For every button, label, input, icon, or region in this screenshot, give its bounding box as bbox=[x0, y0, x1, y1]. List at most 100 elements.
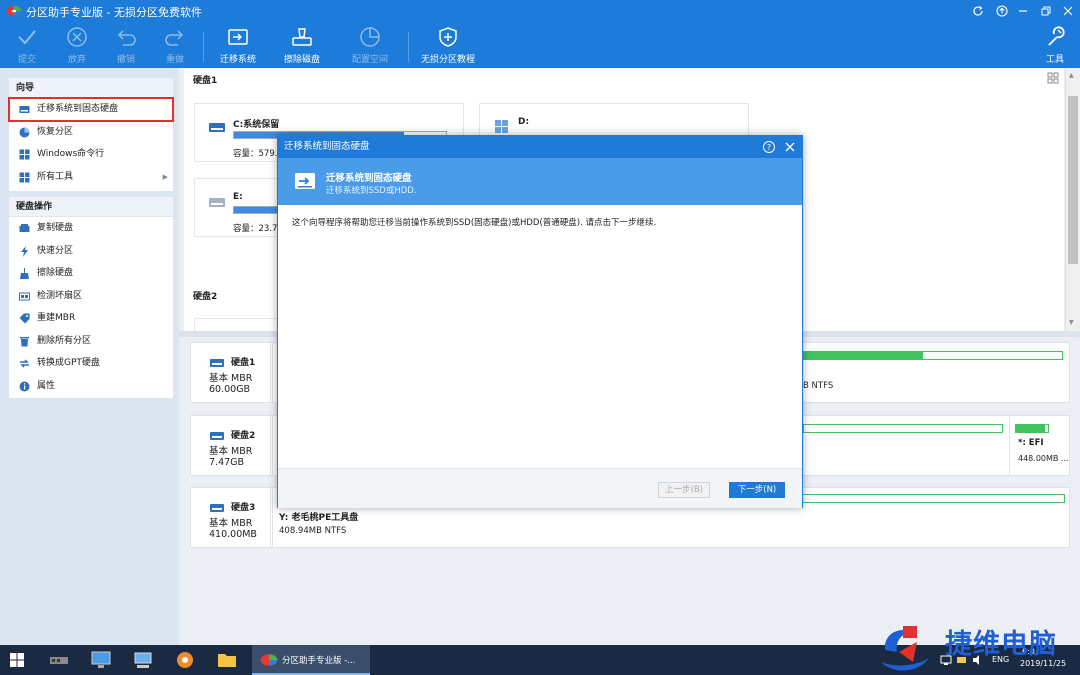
undo-icon bbox=[117, 30, 136, 46]
sidebar-item-recover-partition[interactable]: 恢复分区 bbox=[9, 121, 173, 144]
sidebar-item-label: 复制硬盘 bbox=[37, 223, 74, 233]
disk-info: 硬盘3 基本 MBR 410.00MB bbox=[191, 488, 271, 547]
usage-fill bbox=[234, 207, 278, 213]
cancel-circle-icon bbox=[67, 27, 87, 47]
discard-button[interactable]: 放弃 bbox=[50, 26, 104, 66]
computer-icon bbox=[91, 651, 111, 668]
windows-start-icon bbox=[10, 653, 24, 667]
taskbar-disk-tool[interactable] bbox=[42, 645, 76, 675]
disk-name: 硬盘1 bbox=[231, 358, 256, 368]
trash-icon bbox=[20, 336, 29, 346]
tutorial-button[interactable]: 无损分区教程 bbox=[418, 26, 478, 66]
scroll-up-icon[interactable]: ▲ bbox=[1069, 72, 1074, 79]
redo-button[interactable]: 重做 bbox=[148, 26, 202, 66]
taskbar-media[interactable] bbox=[168, 645, 202, 675]
migrate-os-icon bbox=[228, 29, 248, 45]
redo-icon bbox=[165, 30, 184, 46]
sidebar-item-label: Windows命令行 bbox=[37, 149, 105, 159]
partition-capacity: 容量：23.79 bbox=[233, 224, 283, 234]
wizard-section: 向导 迁移系统到固态硬盘 恢复分区 Windows命令行 所有工具 ▶ bbox=[8, 78, 174, 191]
taskbar-explorer[interactable] bbox=[210, 645, 244, 675]
partition-size: 408.94MB NTFS bbox=[279, 526, 347, 536]
wipe-disk-icon bbox=[292, 28, 312, 46]
taskbar-network[interactable] bbox=[126, 645, 160, 675]
wipe-disk-label: 擦除磁盘 bbox=[283, 55, 320, 65]
broom-icon bbox=[20, 268, 29, 279]
partition-name: D: bbox=[518, 117, 530, 127]
toolbar-divider bbox=[203, 32, 204, 62]
allocate-space-icon bbox=[360, 27, 380, 47]
sidebar-item-label: 擦除硬盘 bbox=[37, 268, 74, 278]
next-button[interactable]: 下一步(N) bbox=[729, 482, 785, 498]
sidebar-item-label: 转换成GPT硬盘 bbox=[37, 358, 100, 368]
disk-size: 60.00GB bbox=[209, 384, 251, 395]
start-button[interactable] bbox=[0, 645, 34, 675]
folder-icon bbox=[218, 654, 236, 667]
sidebar-item-convert-gpt[interactable]: 转换成GPT硬盘 bbox=[9, 352, 173, 375]
watermark-text: 捷维电脑 bbox=[945, 629, 1057, 660]
sidebar-item-label: 快速分区 bbox=[37, 245, 74, 256]
restore-icon bbox=[1041, 6, 1051, 16]
submit-button[interactable]: 提交 bbox=[0, 26, 54, 66]
banner-title: 迁移系统到固态硬盘 bbox=[326, 173, 412, 184]
help-icon[interactable]: ? bbox=[762, 140, 776, 154]
undo-button[interactable]: 撤销 bbox=[99, 26, 153, 66]
tools-button[interactable]: 工具 bbox=[1030, 26, 1080, 66]
wipe-disk-button[interactable]: 擦除磁盘 bbox=[275, 26, 329, 66]
vertical-scrollbar[interactable]: ▲ ▼ bbox=[1065, 68, 1080, 331]
sidebar-item-all-tools[interactable]: 所有工具 ▶ bbox=[9, 166, 173, 189]
partition-card-e[interactable]: E: 容量：23.79 bbox=[194, 178, 284, 237]
partition-slot-efi[interactable]: *: EFI 448.00MB ... bbox=[1009, 416, 1069, 475]
shield-icon bbox=[439, 27, 457, 47]
minimize-button[interactable] bbox=[1013, 2, 1033, 20]
chevron-right-icon: ▶ bbox=[162, 172, 168, 181]
migrate-os-button[interactable]: 迁移系统 bbox=[211, 26, 265, 66]
sidebar-item-delete-all-partitions[interactable]: 删除所有分区 bbox=[9, 330, 173, 353]
tag-icon bbox=[19, 313, 30, 324]
sidebar-item-migrate-ssd[interactable]: 迁移系统到固态硬盘 bbox=[8, 97, 174, 122]
partition-name: *: EFI bbox=[1018, 438, 1044, 448]
refresh-button[interactable] bbox=[968, 2, 988, 20]
refresh-icon bbox=[973, 6, 983, 16]
dialog-description: 这个向导程序将帮助您迁移当前操作系统到SSD(固态硬盘)或HDD(普通硬盘). … bbox=[292, 218, 657, 228]
disk-ops-section: 硬盘操作 复制硬盘 快速分区 擦除硬盘 检测坏扇区 重建MBR 删除所有分区 转… bbox=[9, 197, 173, 398]
upgrade-button[interactable] bbox=[992, 2, 1012, 20]
partition-name: C:系统保留 bbox=[233, 120, 280, 130]
copy-disk-icon bbox=[19, 224, 30, 232]
close-button[interactable] bbox=[1058, 2, 1078, 20]
disk-name: 硬盘2 bbox=[231, 431, 256, 441]
sidebar-item-wipe-disk[interactable]: 擦除硬盘 bbox=[9, 262, 173, 285]
check-icon bbox=[18, 30, 36, 45]
sidebar-item-label: 重建MBR bbox=[37, 313, 76, 323]
view-toggle-icon[interactable] bbox=[1047, 72, 1059, 84]
upgrade-icon bbox=[996, 5, 1008, 17]
sidebar-item-label: 恢复分区 bbox=[37, 126, 74, 137]
partition-usage-bar bbox=[803, 424, 1003, 433]
tools-label: 工具 bbox=[1045, 55, 1064, 65]
close-icon[interactable] bbox=[783, 140, 797, 154]
drive-icon bbox=[19, 106, 30, 113]
scroll-down-icon[interactable]: ▼ bbox=[1069, 319, 1074, 326]
disk-size: 7.47GB bbox=[209, 457, 245, 468]
tools-icon bbox=[19, 172, 30, 182]
taskbar-computer[interactable] bbox=[84, 645, 118, 675]
sidebar-item-rebuild-mbr[interactable]: 重建MBR bbox=[9, 307, 173, 330]
taskbar-partition-assistant[interactable]: 分区助手专业版 -... bbox=[252, 645, 370, 675]
sidebar-item-properties[interactable]: 属性 bbox=[9, 375, 173, 398]
partition-usage-bar bbox=[233, 206, 283, 214]
allocate-space-button[interactable]: 配置空间 bbox=[343, 26, 397, 66]
taskbar-app-label: 分区助手专业版 -... bbox=[282, 656, 356, 666]
usage-fill bbox=[804, 352, 923, 359]
restore-button[interactable] bbox=[1036, 2, 1056, 20]
scrollbar-thumb[interactable] bbox=[1068, 96, 1078, 264]
sidebar-item-windows-cmd[interactable]: Windows命令行 bbox=[9, 143, 173, 166]
windows-drive-icon bbox=[495, 120, 508, 133]
disk-size: 410.00MB bbox=[209, 529, 257, 540]
previous-button[interactable]: 上一步(B) bbox=[658, 482, 710, 498]
allocate-space-label: 配置空间 bbox=[351, 55, 388, 65]
sidebar-item-check-bad-sectors[interactable]: 检测坏扇区 bbox=[9, 285, 173, 308]
sidebar-item-quick-partition[interactable]: 快速分区 bbox=[9, 240, 173, 263]
sidebar-item-copy-disk[interactable]: 复制硬盘 bbox=[9, 217, 173, 240]
window-title: 分区助手专业版 - 无损分区免费软件 bbox=[26, 6, 202, 19]
tutorial-label: 无损分区教程 bbox=[420, 55, 475, 65]
